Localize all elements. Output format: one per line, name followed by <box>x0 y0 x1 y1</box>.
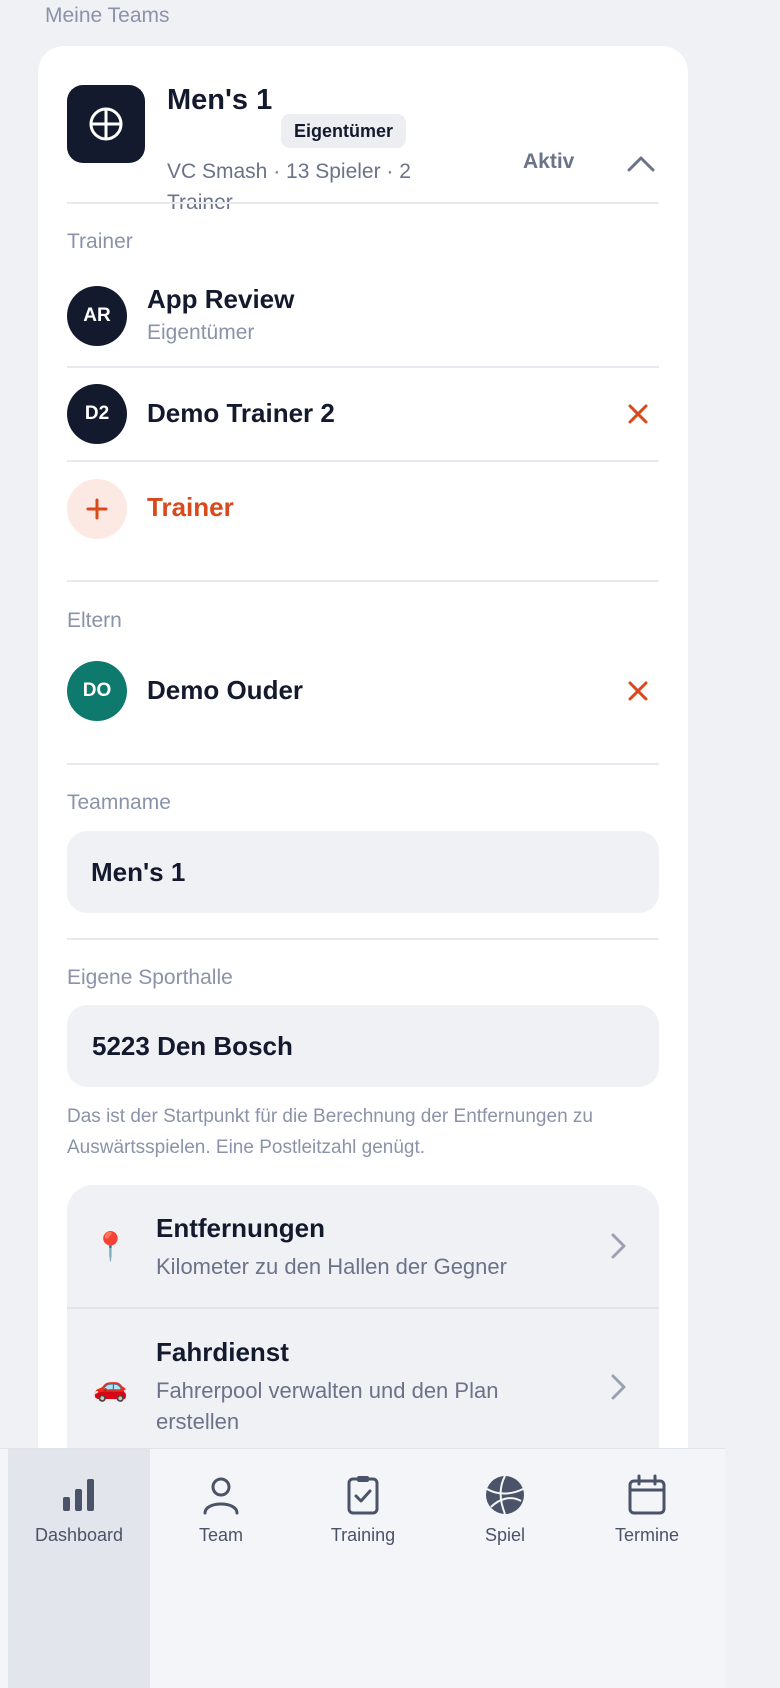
avatar: DO <box>67 661 127 721</box>
pin-icon: 📍 <box>93 1231 128 1262</box>
remove-parent-button[interactable] <box>626 679 650 703</box>
divider <box>67 763 659 765</box>
team-logo <box>67 85 145 163</box>
chevron-up-icon[interactable] <box>625 148 657 176</box>
bar-chart-icon <box>63 1479 94 1511</box>
tab-bar: Dashboard Team Training Spiel Termine <box>0 1448 725 1688</box>
link-title: Entfernungen <box>156 1213 325 1243</box>
tab-termine[interactable]: Termine <box>576 1449 718 1688</box>
owner-badge: Eigentümer <box>281 114 407 148</box>
tab-training[interactable]: Training <box>292 1449 434 1688</box>
divider <box>67 460 659 462</box>
add-trainer-label[interactable]: Trainer <box>147 492 234 523</box>
trainer-role: Eigentümer <box>147 321 255 344</box>
link-title: Fahrdienst <box>156 1337 289 1367</box>
clipboard-check-icon <box>347 1476 379 1515</box>
distances-row[interactable]: 📍 Entfernungen Kilometer zu den Hallen d… <box>67 1185 659 1307</box>
teamname-input[interactable]: Men's 1 <box>67 831 659 913</box>
hall-input[interactable]: 5223 Den Bosch <box>67 1005 659 1087</box>
tab-label: Spiel <box>484 1525 526 1545</box>
remove-trainer-button[interactable] <box>626 402 650 426</box>
tab-label: Termine <box>614 1525 680 1545</box>
team-meta: VC Smash · 13 Spieler · 2 Trainer <box>167 160 411 214</box>
divider <box>67 366 659 368</box>
add-trainer-button[interactable] <box>67 479 127 539</box>
tab-dashboard[interactable]: Dashboard <box>8 1449 150 1688</box>
chevron-right-icon <box>611 1374 626 1400</box>
status-label: Aktiv <box>523 150 575 173</box>
volleyball-icon <box>89 107 123 141</box>
trainer-name: Demo Trainer 2 <box>147 398 335 428</box>
team-card: Men's 1 Eigentümer VC Smash · 13 Spieler… <box>38 46 688 1546</box>
tab-team[interactable]: Team <box>150 1449 292 1688</box>
volleyball-icon <box>486 1475 524 1515</box>
hall-label: Eigene Sporthalle <box>67 966 233 989</box>
plus-icon <box>86 498 108 520</box>
team-name: Men's 1 <box>167 84 273 116</box>
link-subtitle: Fahrerpool verwalten und den Plan erstel… <box>156 1378 499 1434</box>
car-icon: 🚗 <box>93 1371 128 1402</box>
trainer-name: App Review <box>147 284 295 314</box>
tab-label: Training <box>330 1525 396 1545</box>
team-header[interactable]: Men's 1 Eigentümer VC Smash · 13 Spieler… <box>67 84 659 214</box>
avatar: AR <box>67 286 127 346</box>
parents-label: Eltern <box>67 609 122 632</box>
tab-label: Team <box>198 1525 243 1545</box>
divider <box>67 202 659 204</box>
section-title: Meine Teams <box>45 4 170 27</box>
calendar-icon <box>628 1474 666 1515</box>
teamname-label: Teamname <box>67 791 171 814</box>
tab-spiel[interactable]: Spiel <box>434 1449 576 1688</box>
hall-hint: Das ist der Startpunkt für die Berechnun… <box>67 1106 593 1158</box>
person-icon <box>203 1477 239 1515</box>
avatar: D2 <box>67 384 127 444</box>
tab-label: Dashboard <box>34 1525 124 1545</box>
parent-name: Demo Ouder <box>147 675 304 705</box>
link-subtitle: Kilometer zu den Hallen der Gegner <box>156 1254 507 1279</box>
divider <box>67 938 659 940</box>
divider <box>67 580 659 582</box>
trainers-label: Trainer <box>67 230 133 253</box>
chevron-right-icon <box>611 1233 626 1259</box>
